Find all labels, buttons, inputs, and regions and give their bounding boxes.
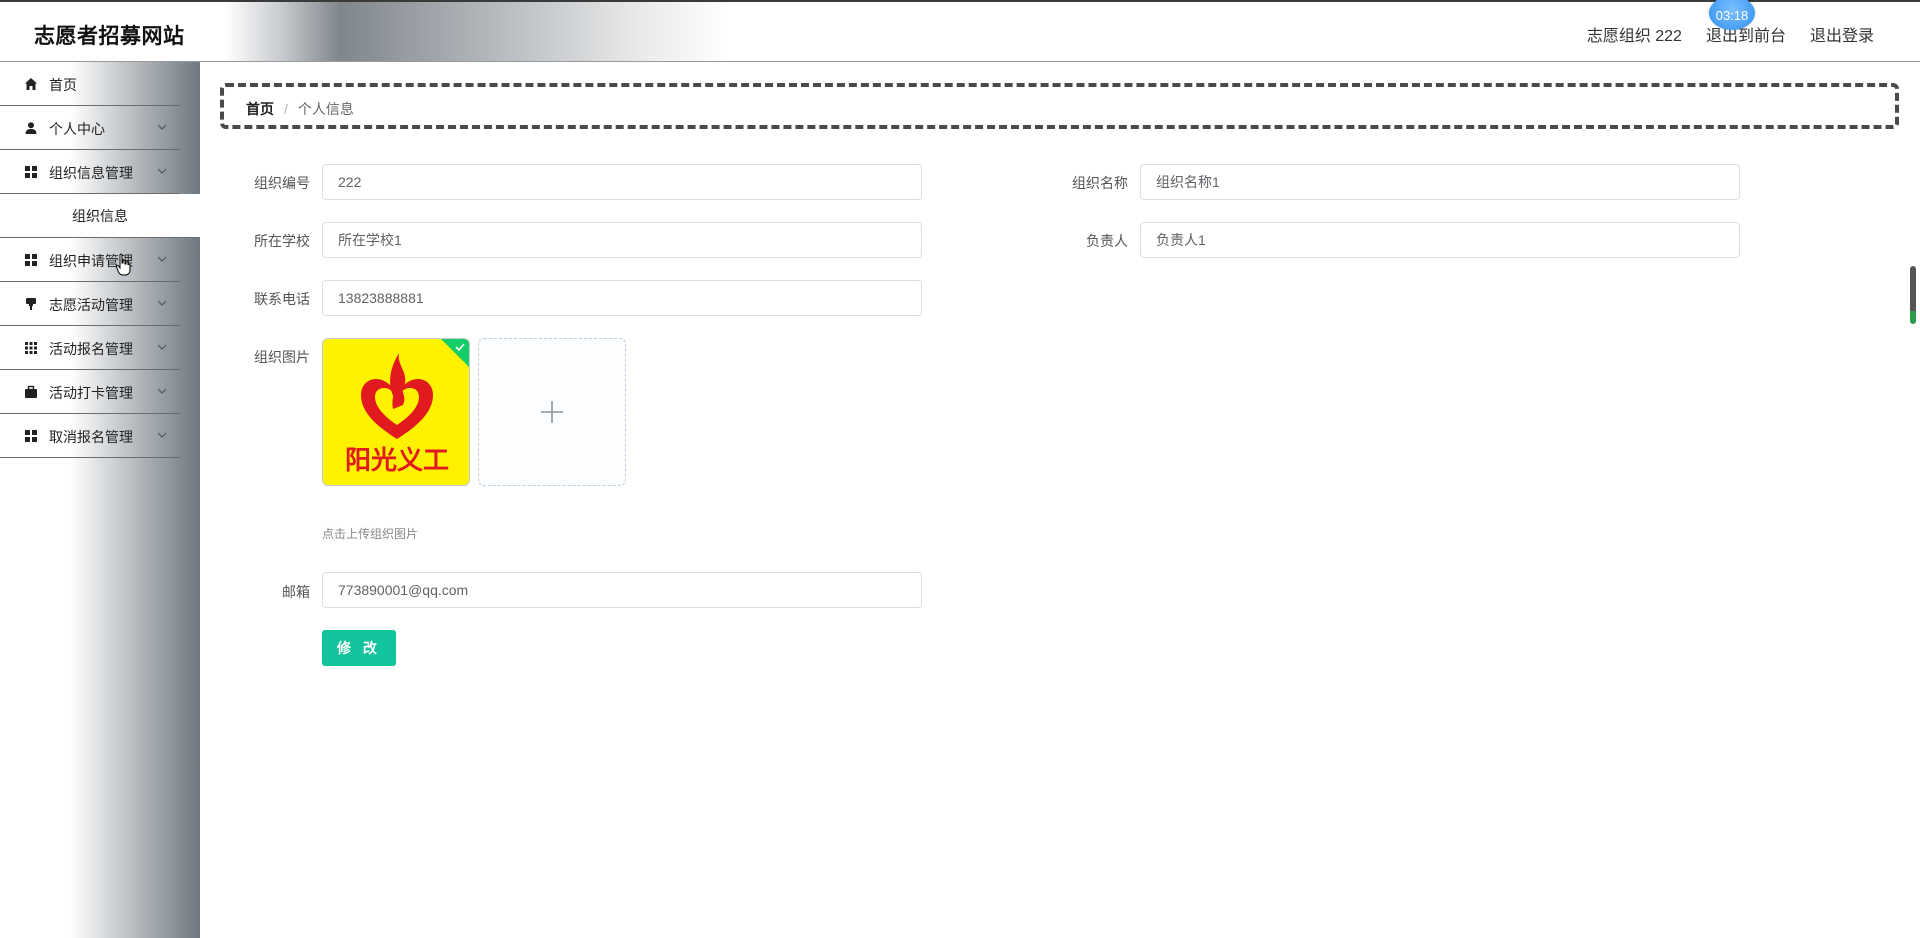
- current-user: 志愿组织 222: [1586, 28, 1682, 45]
- sidebar-item-label: 首页: [49, 77, 77, 93]
- sidebar-item-activity-checkin[interactable]: 活动打卡管理: [0, 370, 180, 414]
- flag-icon: [26, 298, 36, 310]
- scrollbar-thumb[interactable]: [1910, 266, 1916, 324]
- user-icon: [25, 122, 37, 134]
- chevron-down-icon: [157, 300, 167, 306]
- org-id-label: 组织编号: [254, 175, 310, 191]
- grid-icon: [25, 166, 37, 178]
- sidebar-item-label: 志愿活动管理: [49, 297, 133, 313]
- plus-icon: [541, 401, 563, 423]
- sidebar-item-org-application[interactable]: 组织申请管理: [0, 238, 180, 282]
- grid-icon: [25, 254, 37, 266]
- breadcrumb-home[interactable]: 首页: [246, 101, 274, 117]
- upload-success-badge: [441, 339, 469, 367]
- email-label: 邮箱: [282, 584, 310, 600]
- sidebar-item-label: 个人中心: [49, 121, 105, 137]
- phone-label: 联系电话: [254, 291, 310, 307]
- sidebar: 首页 个人中心 组织信息管理 组织信息 组织申请管理 志愿活动管理 活动报名管理: [0, 62, 200, 938]
- sidebar-item-org-info[interactable]: 组织信息管理: [0, 150, 180, 194]
- sidebar-item-label: 活动报名管理: [49, 341, 133, 357]
- apps-icon: [25, 342, 37, 354]
- sidebar-item-label: 活动打卡管理: [49, 385, 133, 401]
- top-header: 志愿者招募网站 志愿组织 222 退出到前台 退出登录 03:18: [0, 0, 1920, 62]
- org-name-field[interactable]: [1140, 164, 1740, 200]
- breadcrumb: 首页 / 个人信息: [220, 83, 1899, 129]
- sidebar-item-activity-signup[interactable]: 活动报名管理: [0, 326, 180, 370]
- sidebar-subitem-org-info[interactable]: 组织信息: [0, 194, 200, 238]
- chevron-down-icon: [157, 432, 167, 438]
- sidebar-item-home[interactable]: 首页: [0, 62, 180, 106]
- sidebar-item-personal-center[interactable]: 个人中心: [0, 106, 180, 150]
- leader-field[interactable]: [1140, 222, 1740, 258]
- sidebar-item-label: 取消报名管理: [49, 429, 133, 445]
- email-field[interactable]: [322, 572, 922, 608]
- grid-icon: [25, 430, 37, 442]
- chevron-down-icon: [157, 388, 167, 394]
- org-name-label: 组织名称: [1072, 175, 1128, 191]
- update-button[interactable]: 修 改: [322, 630, 396, 666]
- school-field[interactable]: [322, 222, 922, 258]
- sidebar-item-label: 组织信息管理: [49, 165, 133, 181]
- leader-label: 负责人: [1086, 233, 1128, 249]
- phone-field[interactable]: [322, 280, 922, 316]
- upload-image-button[interactable]: [478, 338, 626, 486]
- org-id-field[interactable]: [322, 164, 922, 200]
- sidebar-item-volunteer-activity[interactable]: 志愿活动管理: [0, 282, 180, 326]
- school-label: 所在学校: [254, 233, 310, 249]
- org-image-label: 组织图片: [254, 349, 310, 365]
- home-icon: [25, 78, 37, 90]
- sidebar-item-cancel-signup[interactable]: 取消报名管理: [0, 414, 180, 458]
- logout-link[interactable]: 退出登录: [1810, 22, 1874, 46]
- org-logo-text: 阳光义工: [345, 446, 449, 476]
- breadcrumb-separator: /: [284, 101, 288, 117]
- breadcrumb-current: 个人信息: [297, 101, 354, 117]
- chevron-down-icon: [157, 124, 167, 130]
- upload-hint: 点击上传组织图片: [322, 527, 419, 541]
- site-title: 志愿者招募网站: [34, 25, 185, 48]
- sidebar-subitem-label: 组织信息: [72, 208, 128, 224]
- chevron-down-icon: [157, 168, 167, 174]
- org-image-thumbnail[interactable]: 阳光义工: [322, 338, 470, 486]
- hand-cursor-icon: [115, 253, 131, 276]
- chevron-down-icon: [157, 256, 167, 262]
- chevron-down-icon: [157, 344, 167, 350]
- briefcase-icon: [25, 385, 37, 398]
